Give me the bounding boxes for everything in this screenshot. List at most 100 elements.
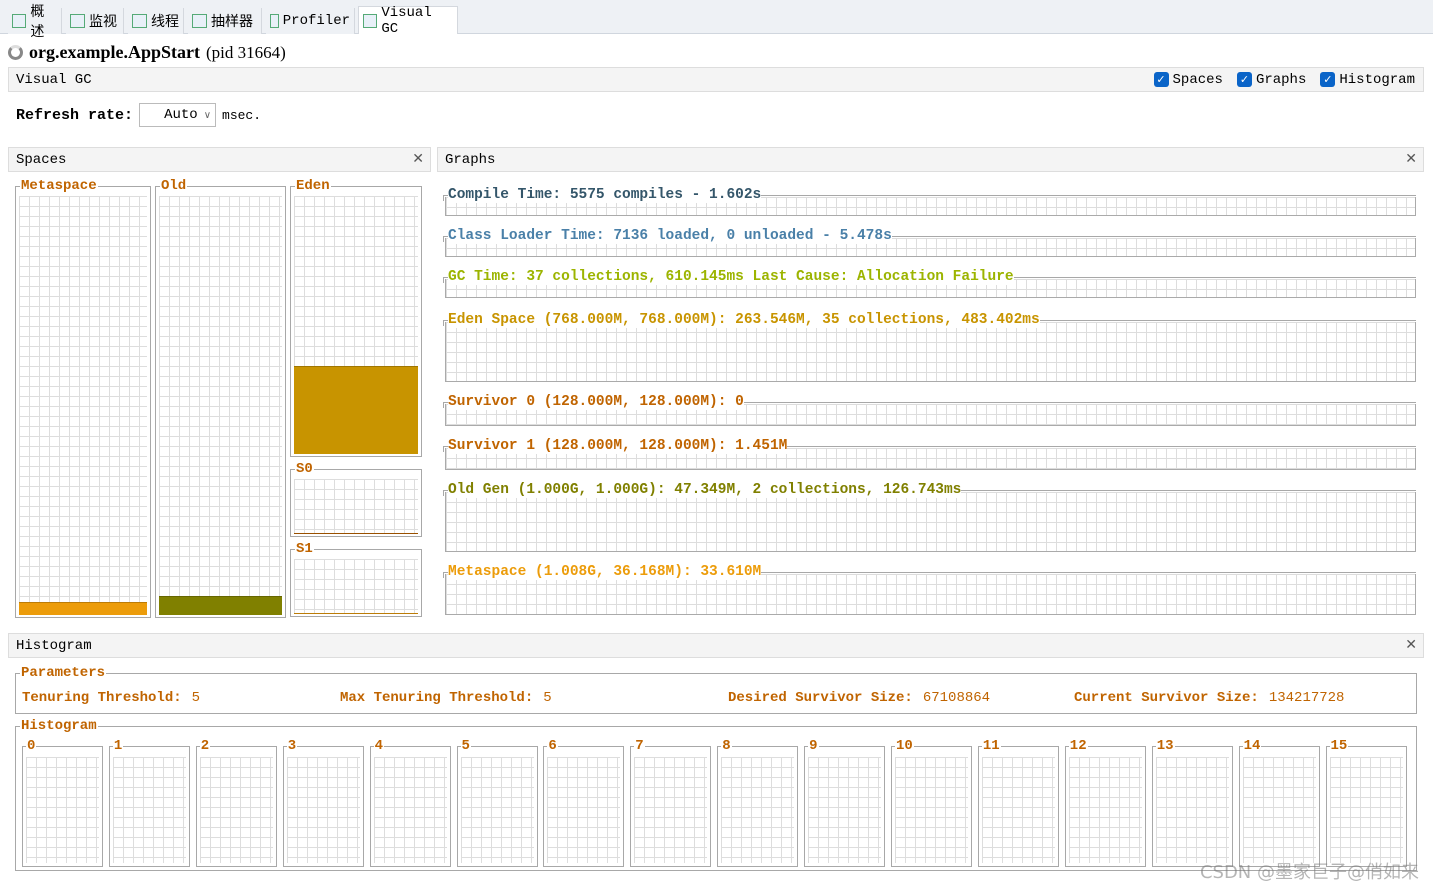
tab-label: Visual GC xyxy=(381,4,432,37)
histogram-legend: Histogram xyxy=(20,718,98,734)
tab-label: 抽样器 xyxy=(211,15,253,31)
age-label: 11 xyxy=(981,738,1001,754)
age-12: 12 xyxy=(1064,738,1146,867)
tab-监视[interactable]: 监视 xyxy=(66,8,124,34)
checkbox-label: Histogram xyxy=(1339,71,1415,88)
tab-线程[interactable]: 线程 xyxy=(128,8,184,34)
tab-label: 线程 xyxy=(151,15,179,31)
histogram-title: Histogram xyxy=(16,637,92,654)
tab-抽样器[interactable]: 抽样器 xyxy=(188,8,262,34)
chevron-down-icon: ∨ xyxy=(203,109,212,121)
graph-title: Compile Time: 5575 compiles - 1.602s xyxy=(448,187,762,203)
age-3: 3 xyxy=(282,738,364,867)
checkmark-icon: ✓ xyxy=(1320,72,1336,87)
tab-profiler[interactable]: Profiler xyxy=(266,8,355,34)
age-grid xyxy=(547,757,621,863)
space-label: S1 xyxy=(295,541,314,557)
age-label: 13 xyxy=(1155,738,1175,754)
graph-title: GC Time: 37 collections, 610.145ms Last … xyxy=(448,269,1014,285)
graph-title: Old Gen (1.000G, 1.000G): 47.349M, 2 col… xyxy=(448,482,962,498)
space-grid xyxy=(159,196,282,615)
age-label: 0 xyxy=(26,738,37,754)
tab-label: 监视 xyxy=(89,15,117,31)
checkbox-spaces[interactable]: ✓ Spaces xyxy=(1153,72,1223,88)
age-grid xyxy=(634,757,708,863)
age-7: 7 xyxy=(630,738,712,867)
refresh-rate-select[interactable]: Auto ∨ xyxy=(139,103,217,127)
param-value: 134217728 xyxy=(1268,690,1345,706)
param-label: Desired Survivor Size: xyxy=(728,690,913,706)
graph-title: Survivor 0 (128.000M, 128.000M): 0 xyxy=(448,394,744,410)
parameters-legend: Parameters xyxy=(20,665,107,681)
space-label: S0 xyxy=(295,461,314,477)
age-label: 4 xyxy=(373,738,384,754)
histogram-panel-header: Histogram ✕ xyxy=(8,633,1424,658)
refresh-rate-row: Refresh rate: Auto ∨ msec. xyxy=(16,103,261,127)
age-6: 6 xyxy=(543,738,625,867)
app-pid: (pid 31664) xyxy=(205,42,286,62)
refresh-rate-label: Refresh rate: xyxy=(16,106,134,124)
age-grid xyxy=(1155,757,1229,863)
close-graphs-icon[interactable]: ✕ xyxy=(1405,151,1417,167)
age-label: 7 xyxy=(634,738,645,754)
param-desired-survivor-size: Desired Survivor Size: 67108864 xyxy=(728,690,990,706)
spaces-panel-header: Spaces ✕ xyxy=(8,147,431,172)
tab-概述[interactable]: 概述 xyxy=(8,5,62,41)
age-grid xyxy=(981,757,1055,863)
graph-box xyxy=(445,492,1416,552)
space-metaspace: Metaspace xyxy=(15,178,151,618)
graph-title: Eden Space (768.000M, 768.000M): 263.546… xyxy=(448,312,1040,328)
age-9: 9 xyxy=(804,738,886,867)
visual-gc-header: Visual GC ✓ Spaces ✓ Graphs ✓ Histogram xyxy=(8,67,1424,92)
graph-box xyxy=(445,322,1416,382)
age-4: 4 xyxy=(369,738,451,867)
graph-box xyxy=(445,574,1416,615)
app-name: org.example.AppStart xyxy=(29,42,200,62)
checkbox-graphs[interactable]: ✓ Graphs xyxy=(1236,71,1307,88)
age-grid xyxy=(1242,757,1316,863)
graph-title: Survivor 1 (128.000M, 128.000M): 1.451M xyxy=(448,438,788,454)
age-label: 15 xyxy=(1329,738,1349,754)
space-label: Old xyxy=(160,178,188,194)
monitor-icon xyxy=(70,14,85,28)
age-grid xyxy=(286,757,360,863)
space-label: Eden xyxy=(295,178,331,194)
space-old: Old xyxy=(155,178,286,618)
checkbox-histogram[interactable]: ✓ Histogram xyxy=(1320,72,1415,88)
threads-icon xyxy=(132,14,147,28)
sampler-icon xyxy=(192,14,207,28)
age-grid xyxy=(199,757,273,863)
space-eden: Eden xyxy=(290,178,422,457)
graphs-title: Graphs xyxy=(445,151,496,168)
param-current-survivor-size: Current Survivor Size: 134217728 xyxy=(1074,690,1344,706)
close-spaces-icon[interactable]: ✕ xyxy=(412,151,424,167)
age-label: 2 xyxy=(199,738,211,754)
space-grid xyxy=(294,479,418,534)
age-label: 12 xyxy=(1068,738,1088,754)
age-5: 5 xyxy=(456,738,538,867)
space-usage-bar xyxy=(294,366,418,454)
age-label: 10 xyxy=(895,738,914,754)
tab-visual-gc[interactable]: Visual GC xyxy=(358,4,458,37)
space-s1: S1 xyxy=(290,541,422,617)
graph-title: Class Loader Time: 7136 loaded, 0 unload… xyxy=(448,228,892,244)
space-label: Metaspace xyxy=(20,178,98,194)
age-label: 14 xyxy=(1242,738,1262,754)
refresh-rate-unit: msec. xyxy=(222,107,262,123)
age-1: 1 xyxy=(108,738,190,867)
checkmark-icon: ✓ xyxy=(1236,72,1252,87)
age-grid xyxy=(895,757,968,863)
loading-spinner-icon xyxy=(8,45,23,60)
param-value: 5 xyxy=(191,690,201,706)
graph-title: Metaspace (1.008G, 36.168M): 33.610M xyxy=(448,564,762,580)
age-label: 8 xyxy=(721,738,732,754)
param-value: 5 xyxy=(543,690,552,706)
close-histogram-icon[interactable]: ✕ xyxy=(1405,637,1417,653)
age-label: 9 xyxy=(808,738,819,754)
param-label: Max Tenuring Threshold: xyxy=(340,690,534,706)
tab-label: 概述 xyxy=(30,5,45,41)
watermark: CSDN @墨家巨子@俏如来 xyxy=(1199,862,1419,883)
checkbox-label: Graphs xyxy=(1255,71,1307,88)
age-grid xyxy=(460,757,534,863)
space-usage-bar xyxy=(294,613,418,614)
